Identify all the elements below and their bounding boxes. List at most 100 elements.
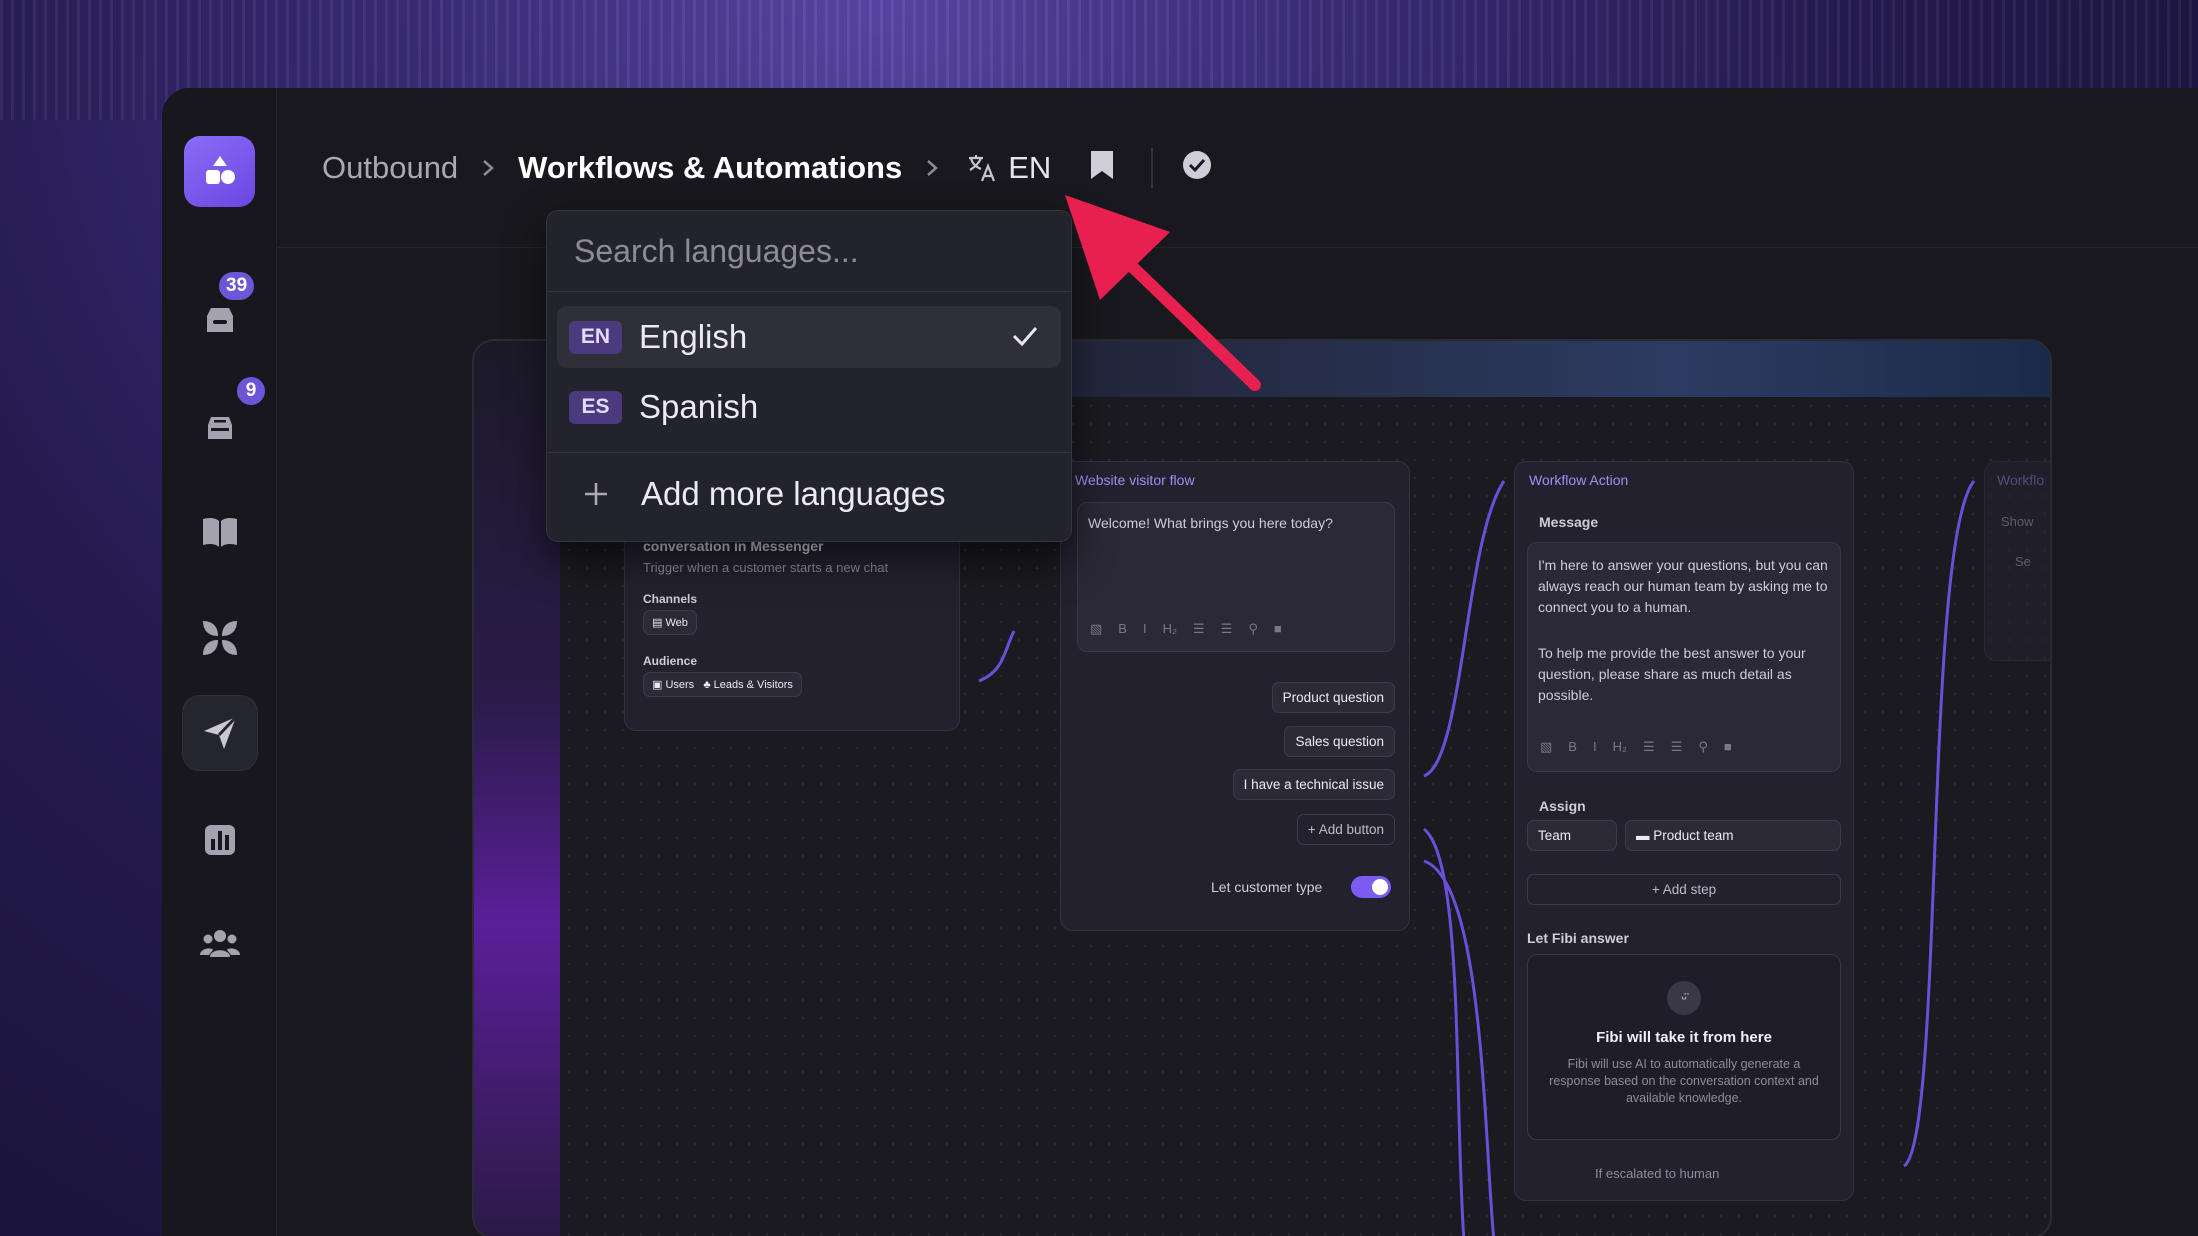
checkmark-icon [1011,324,1039,353]
breadcrumb-outbound[interactable]: Outbound [322,150,458,186]
tickets-count-badge: 9 [234,374,268,408]
workflow-action-title: Workflow Action [1529,472,1629,488]
add-more-languages-label: Add more languages [641,475,946,512]
let-customer-type-label: Let customer type [1211,879,1323,895]
language-option-english[interactable]: EN English [557,306,1061,368]
sidebar-item-apps[interactable] [182,600,258,676]
reply-button-technical[interactable]: I have a technical issue [1232,769,1395,800]
trigger-description: Trigger when a customer starts a new cha… [643,560,889,575]
add-more-languages-button[interactable]: Add more languages [583,475,946,513]
plus-icon: + [1651,882,1663,897]
channel-chip: ▤ Web [643,610,697,635]
heading-icon[interactable]: H₂ [1163,621,1177,637]
language-code-badge: ES [569,390,622,424]
message-label: Message [1539,514,1599,530]
sidebar-item-inbox[interactable]: 39 [182,269,258,359]
sidebar-item-tickets[interactable]: 9 [182,374,268,466]
plus-icon: + [1307,822,1319,837]
partial-card-row1: Show [2001,514,2034,529]
tickets-icon [208,417,232,439]
bookmark-icon[interactable] [1089,149,1115,186]
numbered-list-icon[interactable]: ☰ [1221,621,1233,637]
sidebar-item-contacts[interactable] [182,906,258,982]
add-step-button[interactable]: + Add step [1527,874,1841,905]
partial-card-row2: Se [2015,554,2031,569]
inbox-icon [207,308,233,332]
visitor-flow-card[interactable]: Website visitor flow Welcome! What bring… [1060,461,1410,931]
fibi-description: Fibi will use AI to automatically genera… [1549,1057,1819,1105]
add-button-label: Add button [1318,822,1384,837]
format-toolbar: ▧ B I H₂ ☰ ☰ ⚲ ■ [1540,739,1732,755]
bullet-list-icon[interactable]: ☰ [1643,739,1655,755]
web-icon: ▤ [652,617,666,629]
language-search [547,211,1071,292]
add-button[interactable]: + Add button [1296,814,1395,845]
fibi-icon: ᵕ̈ [1667,981,1701,1015]
message-editor[interactable]: Welcome! What brings you here today? ▧ B I… [1077,502,1395,652]
image-icon[interactable]: ▧ [1540,739,1552,755]
reply-button-sales[interactable]: Sales question [1284,726,1395,757]
welcome-message: Welcome! What brings you here today? [1088,515,1333,531]
let-customer-type-toggle[interactable] [1351,876,1391,898]
team-icon: ▬ [1636,828,1654,843]
contacts-icon [200,930,240,957]
numbered-list-icon[interactable]: ☰ [1671,739,1683,755]
link-icon[interactable]: ⚲ [1698,739,1708,755]
reply-button-product[interactable]: Product question [1271,682,1395,713]
language-option-spanish[interactable]: ES Spanish [557,376,1061,438]
message-text-1: I'm here to answer your questions, but y… [1538,557,1828,615]
assign-team-select[interactable]: ▬ Product team [1625,820,1841,851]
channels-label: Channels [643,592,698,606]
language-search-input[interactable] [574,232,1044,270]
language-name: Spanish [639,388,759,425]
heading-icon[interactable]: H₂ [1613,739,1627,755]
leads-icon: ♣ [697,679,714,691]
apps-icon [203,621,237,655]
language-name: English [639,318,748,355]
toolbar-divider [1151,147,1154,188]
audience-users: Users [665,679,695,691]
users-icon: ▣ [652,679,666,691]
dropdown-divider [547,452,1071,453]
translate-icon [969,154,996,181]
sidebar-item-knowledge[interactable] [182,495,258,571]
escalate-label: If escalated to human [1595,1166,1720,1181]
sidebar-item-reports[interactable] [182,802,258,878]
plus-icon [585,483,607,505]
knowledge-book-icon [203,517,237,547]
audience-chip: ▣ Users ♣ Leads & Visitors [643,672,802,697]
language-selector[interactable]: EN [966,150,1051,186]
fibi-label: Let Fibi answer [1527,930,1629,946]
partial-card-title: Workflo [1997,472,2045,488]
message-text-2: To help me provide the best answer to yo… [1538,645,1806,703]
audience-leads: Leads & Visitors [713,679,793,691]
check-circle-icon[interactable] [1181,149,1213,186]
link-icon[interactable]: ⚲ [1248,621,1258,637]
workflow-action-card[interactable]: Workflow Action Message I'm here to answ… [1514,461,1854,1201]
outbound-send-icon [204,715,238,749]
language-dropdown: EN English ES Spanish Add more languages [546,210,1072,542]
sidebar: 39 9 [162,88,277,1236]
video-icon[interactable]: ■ [1274,621,1282,637]
bullet-list-icon[interactable]: ☰ [1193,621,1205,637]
video-icon[interactable]: ■ [1724,739,1732,755]
image-icon[interactable]: ▧ [1090,621,1102,637]
trigger-card[interactable]: conversation in Messenger Trigger when a… [624,521,960,731]
language-code-badge: EN [569,320,622,354]
italic-icon[interactable]: I [1143,621,1147,637]
partial-workflow-card[interactable]: Workflo Show Se [1984,461,2050,661]
audience-label: Audience [643,654,698,668]
logo-icon[interactable] [184,136,255,207]
visitor-flow-title: Website visitor flow [1075,472,1195,488]
bold-icon[interactable]: B [1118,621,1127,637]
inbox-count-badge: 39 [216,269,258,303]
workflow-message-editor[interactable]: I'm here to answer your questions, but y… [1527,542,1841,772]
italic-icon[interactable]: I [1593,739,1597,755]
assign-type-select[interactable]: Team [1527,820,1617,851]
format-toolbar: ▧ B I H₂ ☰ ☰ ⚲ ■ [1090,621,1282,637]
chevron-right-icon [458,158,518,178]
fibi-title: Fibi will take it from here [1596,1029,1772,1046]
bold-icon[interactable]: B [1568,739,1577,755]
app-window: 39 9 Outbound Workflows & Automations EN… [162,88,2198,1236]
sidebar-item-outbound[interactable] [182,695,258,771]
